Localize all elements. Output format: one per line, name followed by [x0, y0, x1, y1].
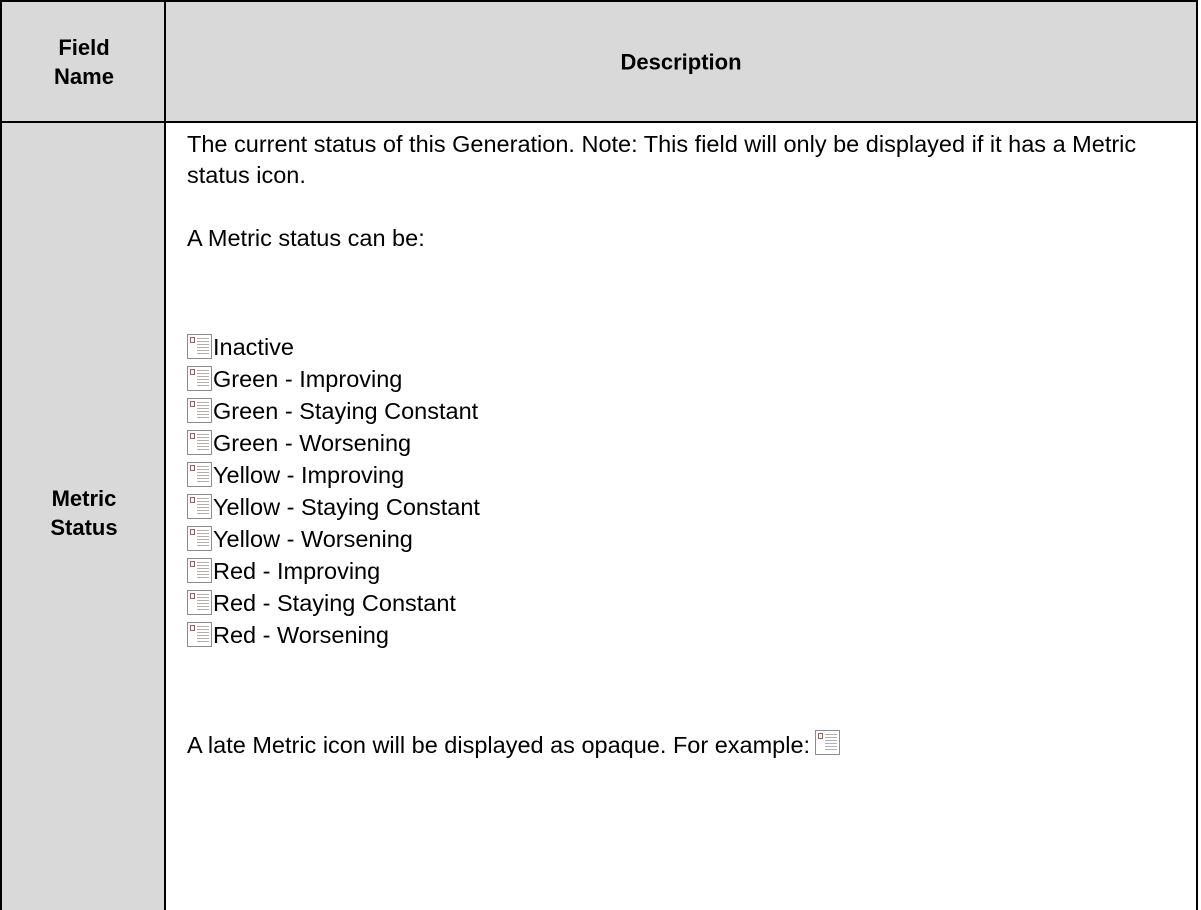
header-field-name: Field Name — [54, 34, 114, 89]
status-label: Yellow - Staying Constant — [213, 494, 480, 520]
description-intro: The current status of this Generation. N… — [187, 131, 1137, 188]
list-item: Green - Worsening — [187, 427, 480, 459]
status-label: Red - Improving — [213, 558, 381, 584]
late-metric-note: A late Metric icon will be displayed as … — [187, 730, 1176, 761]
broken-image-icon — [187, 366, 212, 391]
list-item: Yellow - Improving — [187, 459, 480, 491]
list-item: Green - Staying Constant — [187, 395, 480, 427]
list-item: Red - Staying Constant — [187, 587, 480, 619]
broken-image-icon — [187, 430, 212, 455]
row-cell-field-name: Metric Status — [2, 123, 166, 910]
broken-image-icon — [187, 590, 212, 615]
broken-image-icon — [815, 730, 841, 755]
list-item: Green - Improving — [187, 363, 480, 395]
broken-image-icon — [187, 526, 212, 551]
list-item: Red - Worsening — [187, 619, 480, 651]
status-label: Yellow - Improving — [213, 462, 405, 488]
broken-image-icon — [187, 494, 212, 519]
broken-image-icon — [187, 622, 212, 647]
list-item: Yellow - Staying Constant — [187, 491, 480, 523]
header-cell-description: Description — [166, 2, 1196, 121]
table-header-row: Field Name Description — [2, 2, 1196, 123]
header-description: Description — [620, 49, 742, 74]
status-list: Inactive Green - Improving Green - Stayi… — [187, 331, 480, 651]
status-label: Yellow - Worsening — [213, 526, 413, 552]
row-cell-description: The current status of this Generation. N… — [166, 123, 1196, 910]
broken-image-icon — [187, 558, 212, 583]
list-item: Inactive — [187, 331, 480, 363]
broken-image-icon — [187, 398, 212, 423]
list-item: Red - Improving — [187, 555, 480, 587]
header-cell-field-name: Field Name — [2, 2, 166, 121]
broken-image-icon — [187, 334, 212, 359]
status-label: Red - Worsening — [213, 622, 389, 648]
table-row: Metric Status The current status of this… — [2, 123, 1196, 910]
status-label: Green - Worsening — [213, 430, 412, 456]
status-label: Green - Improving — [213, 366, 403, 392]
broken-image-icon — [187, 462, 212, 487]
late-note-text: A late Metric icon will be displayed as … — [187, 732, 811, 758]
field-description-table: Field Name Description Metric Status The… — [0, 0, 1198, 910]
status-lead: A Metric status can be: — [187, 225, 425, 251]
list-item: Yellow - Worsening — [187, 523, 480, 555]
status-label: Red - Staying Constant — [213, 590, 456, 616]
field-name-metric-status: Metric Status — [50, 486, 118, 540]
status-label: Green - Staying Constant — [213, 398, 479, 424]
status-label: Inactive — [213, 334, 294, 360]
